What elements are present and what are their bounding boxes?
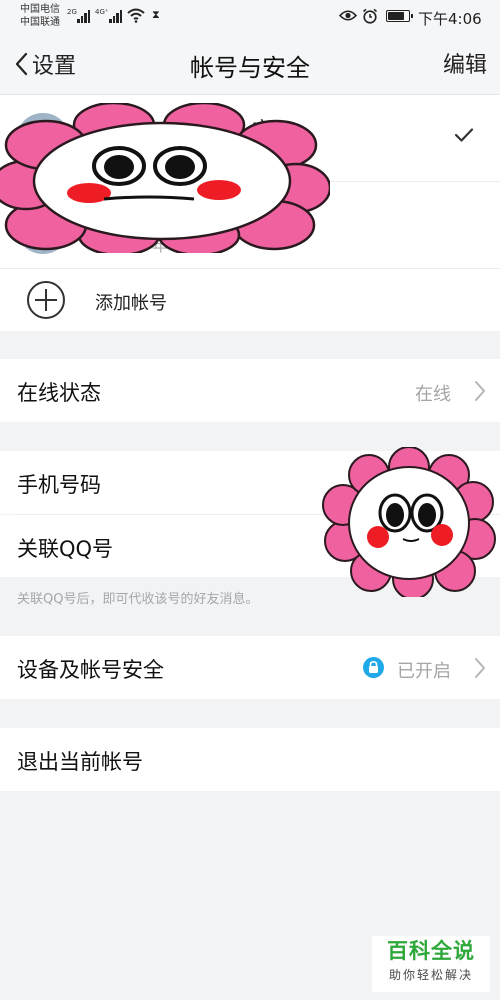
checkmark-icon: [454, 128, 474, 142]
battery-icon: [386, 10, 413, 22]
logout-button[interactable]: 退出当前帐号: [0, 728, 500, 791]
carrier-1: 中国电信: [20, 4, 60, 15]
watermark-logo: 百科全说 助你轻松解决: [372, 936, 490, 992]
signal-2-icon: [109, 10, 122, 23]
online-status-row[interactable]: 在线状态 在线: [0, 359, 500, 422]
add-account-button[interactable]: 添加帐号: [0, 270, 500, 331]
carrier-2: 中国联通: [20, 17, 60, 28]
hourglass-icon: ⧗: [152, 8, 160, 21]
plus-circle-icon: [27, 281, 65, 319]
nav-bar: 设置 帐号与安全 编辑: [0, 34, 500, 95]
battery-fill: [388, 12, 404, 20]
edit-button[interactable]: 编辑: [443, 47, 487, 79]
link-qq-label: 关联QQ号: [17, 537, 114, 561]
device-security-label: 设备及帐号安全: [17, 658, 164, 682]
device-security-row[interactable]: 设备及帐号安全 已开启: [0, 636, 500, 699]
add-account-label: 添加帐号: [95, 293, 167, 314]
logout-label: 退出当前帐号: [17, 750, 143, 774]
carrier-names: 中国电信 中国联通: [20, 3, 60, 29]
device-security-value: 已开启: [397, 661, 451, 682]
signal-1-icon: [77, 10, 90, 23]
watermark-subtitle: 助你轻松解决: [388, 968, 473, 982]
status-bar: 中国电信 中国联通 2G 4G⁺ ⧗ 下午4:06: [0, 0, 500, 34]
watermark-title: 百科全说: [387, 939, 475, 963]
signal-1-tag: 2G: [67, 8, 77, 16]
online-status-label: 在线状态: [17, 381, 101, 405]
phone-number-label: 手机号码: [17, 473, 101, 497]
status-time: 下午4:06: [418, 10, 482, 28]
lock-icon: [363, 657, 384, 678]
signal-2-tag: 4G⁺: [95, 8, 109, 16]
page-title: 帐号与安全: [190, 54, 310, 82]
online-status-value: 在线: [415, 384, 451, 405]
link-qq-hint: 关联QQ号后，即可代收该号的好友消息。: [17, 592, 259, 607]
chevron-right-icon: [475, 658, 485, 678]
alarm-icon: [363, 8, 377, 24]
wifi-icon: [127, 8, 145, 23]
flower-sticker-large: [0, 103, 330, 253]
flower-sticker-small: [322, 447, 496, 597]
eye-icon: [339, 10, 357, 21]
chevron-right-icon: [475, 381, 485, 401]
